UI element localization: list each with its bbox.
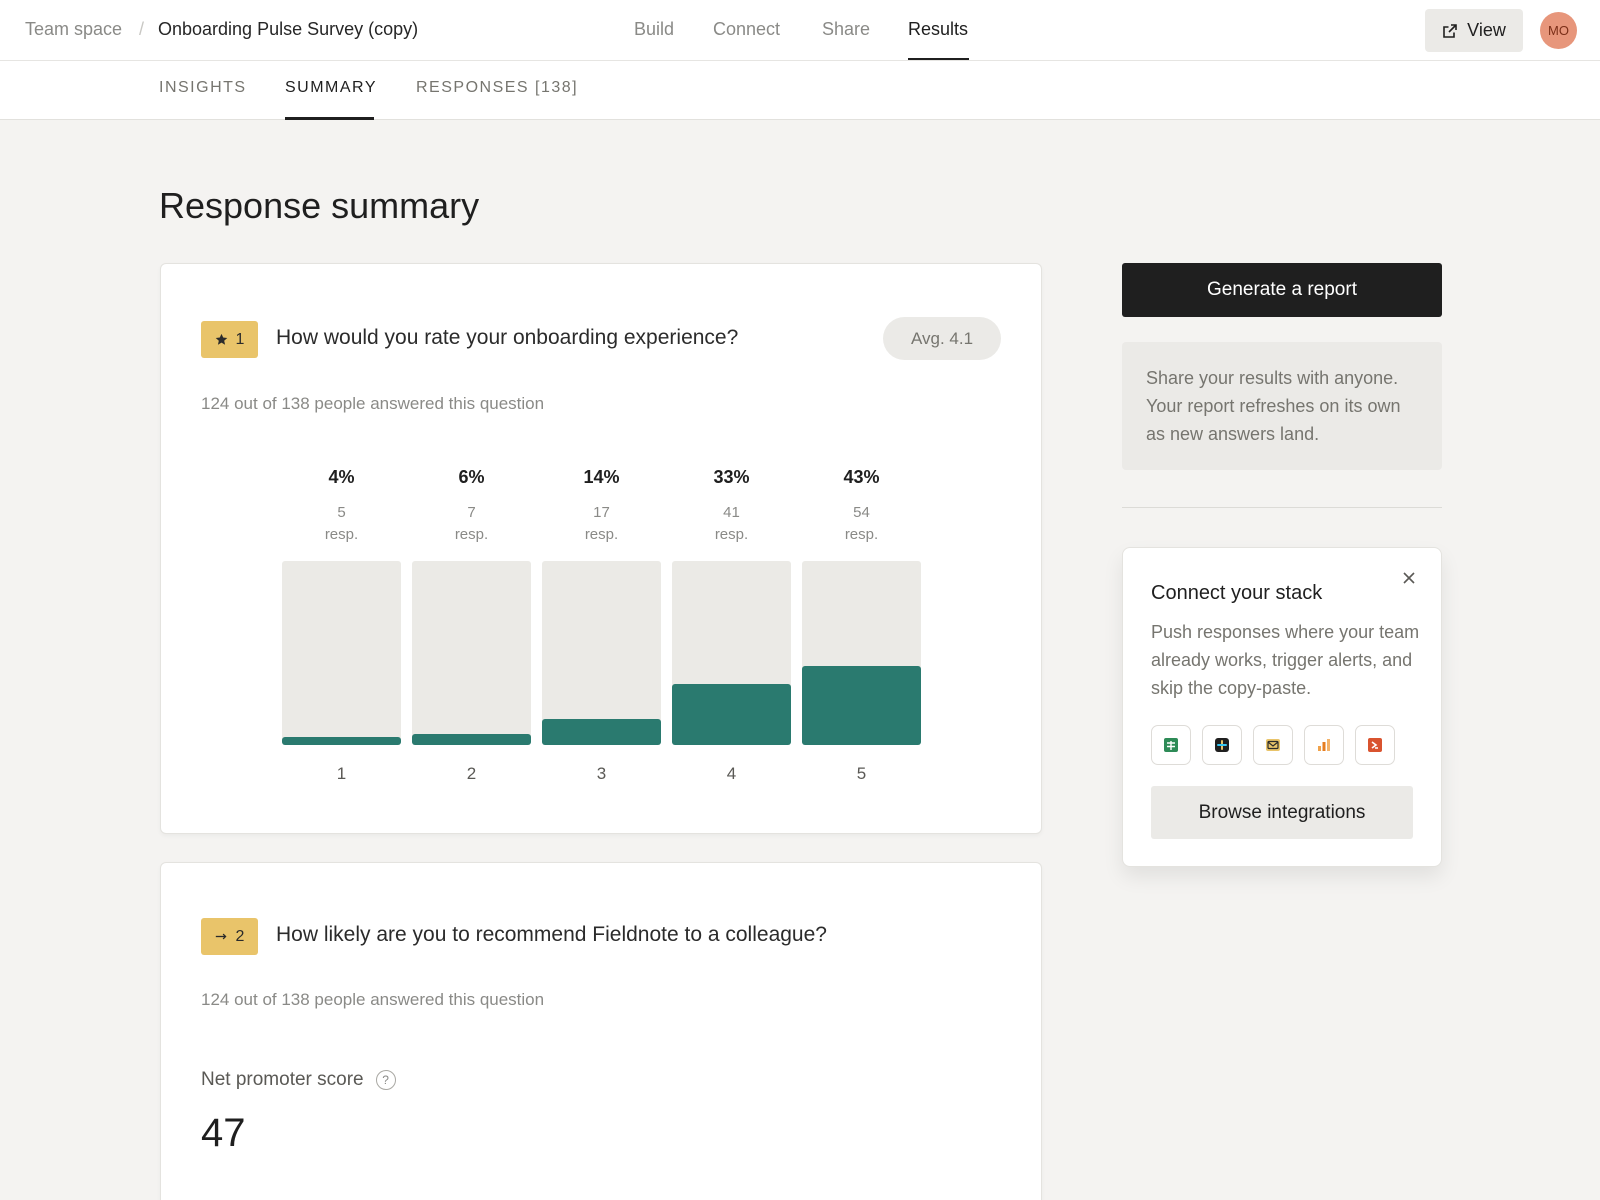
tab-insights[interactable]: INSIGHTS xyxy=(159,79,247,97)
connect-description: Push responses where your team already w… xyxy=(1151,622,1420,698)
answered-count: 124 out of 138 people answered this ques… xyxy=(201,990,545,1009)
bar-fill xyxy=(672,684,791,745)
external-link-icon xyxy=(1443,23,1457,38)
bar-percent-label: 6% xyxy=(458,467,485,487)
bar-category-label: 4 xyxy=(726,764,737,783)
subtab-active-underline xyxy=(285,117,374,120)
bar-track[interactable] xyxy=(542,561,661,745)
bar-category-label: 2 xyxy=(466,764,477,783)
avatar[interactable]: MO xyxy=(1540,12,1577,49)
integration-slack[interactable] xyxy=(1202,725,1242,765)
generate-report-button[interactable]: Generate a report xyxy=(1122,263,1442,317)
bar-count-unit: resp. xyxy=(584,526,619,543)
nav-share[interactable]: Share xyxy=(822,19,870,40)
bar-track[interactable] xyxy=(412,561,531,745)
integration-sheets[interactable] xyxy=(1151,725,1191,765)
bar-count-unit: resp. xyxy=(454,526,489,543)
bar-percent-label: 4% xyxy=(328,467,355,487)
nav-active-underline xyxy=(908,58,969,60)
bar-response-count: 41 resp. xyxy=(672,502,791,546)
slack-icon xyxy=(1215,738,1229,752)
bar-count-unit: resp. xyxy=(844,526,879,543)
nps-label: Net promoter score ? xyxy=(201,1069,396,1091)
bar-response-count: 5 resp. xyxy=(282,502,401,546)
bar-fill xyxy=(802,665,921,745)
email-icon xyxy=(1266,739,1280,751)
divider xyxy=(1122,507,1442,508)
question-badge-1: 1 xyxy=(201,321,258,358)
connect-stack-card: Connect your stack Push responses where … xyxy=(1122,547,1442,867)
bar-count-value: 17 xyxy=(593,504,610,521)
bar-response-count: 17 resp. xyxy=(542,502,661,546)
bar-count-value: 41 xyxy=(723,504,740,521)
bar-track[interactable] xyxy=(282,561,401,745)
nav-results[interactable]: Results xyxy=(908,19,968,40)
sheets-icon xyxy=(1164,738,1178,752)
bar-response-count: 7 resp. xyxy=(412,502,531,546)
nps-label-text: Net promoter score xyxy=(201,1069,364,1090)
view-button-label: View xyxy=(1467,20,1506,40)
results-subtabs: INSIGHTS SUMMARY RESPONSES [138] xyxy=(0,61,1600,120)
integration-email[interactable] xyxy=(1253,725,1293,765)
integration-list xyxy=(1151,725,1395,765)
integration-analytics[interactable] xyxy=(1304,725,1344,765)
question-card-1: 1 How would you rate your onboarding exp… xyxy=(160,263,1042,834)
question-badge-2: 2 xyxy=(201,918,258,955)
breadcrumb-team-space[interactable]: Team space xyxy=(25,19,122,40)
answered-count: 124 out of 138 people answered this ques… xyxy=(201,394,545,413)
question-number: 2 xyxy=(235,927,245,945)
close-icon[interactable] xyxy=(1399,568,1419,588)
question-number: 1 xyxy=(235,330,245,348)
nav-build[interactable]: Build xyxy=(634,19,674,40)
average-badge: Avg. 4.1 xyxy=(883,317,1001,360)
view-button[interactable]: View xyxy=(1425,9,1523,52)
bar-fill xyxy=(282,737,401,745)
bar-category-label: 3 xyxy=(596,764,607,783)
bar-count-unit: resp. xyxy=(714,526,749,543)
bar-count-value: 7 xyxy=(467,504,476,521)
bar-fill xyxy=(542,719,661,745)
connect-title: Connect your stack xyxy=(1151,582,1323,604)
question-title: How would you rate your onboarding exper… xyxy=(276,326,739,349)
tab-summary[interactable]: SUMMARY xyxy=(285,79,377,97)
nav-connect[interactable]: Connect xyxy=(713,19,780,40)
tab-responses[interactable]: RESPONSES [138] xyxy=(416,79,578,97)
bar-percent-label: 33% xyxy=(713,467,750,487)
bar-count-value: 5 xyxy=(337,504,346,521)
nps-value: 47 xyxy=(201,1111,246,1155)
zapier-icon xyxy=(1368,738,1382,752)
bar-track[interactable] xyxy=(672,561,791,745)
breadcrumb-separator: / xyxy=(139,19,145,39)
bar-response-count: 54 resp. xyxy=(802,502,921,546)
bar-track[interactable] xyxy=(802,561,921,745)
integration-zapier[interactable] xyxy=(1355,725,1395,765)
top-bar: Team space / Onboarding Pulse Survey (co… xyxy=(0,0,1600,61)
analytics-icon xyxy=(1318,739,1330,751)
browse-integrations-button[interactable]: Browse integrations xyxy=(1151,786,1413,839)
share-results-note: Share your results with anyone. Your rep… xyxy=(1122,342,1442,470)
star-icon xyxy=(215,333,227,345)
bar-fill xyxy=(412,733,531,745)
bar-count-unit: resp. xyxy=(324,526,359,543)
arrow-right-icon xyxy=(215,933,227,940)
page-title: Response summary xyxy=(159,185,480,226)
survey-title[interactable]: Onboarding Pulse Survey (copy) xyxy=(158,19,418,40)
bar-category-label: 5 xyxy=(856,764,867,783)
question-title: How likely are you to recommend Fieldnot… xyxy=(276,923,827,946)
help-icon[interactable]: ? xyxy=(375,1070,396,1090)
bar-category-label: 1 xyxy=(336,764,347,783)
question-card-2: 2 How likely are you to recommend Fieldn… xyxy=(160,862,1042,1200)
bar-count-value: 54 xyxy=(853,504,870,521)
bar-percent-label: 43% xyxy=(843,467,880,487)
bar-percent-label: 14% xyxy=(583,467,620,487)
